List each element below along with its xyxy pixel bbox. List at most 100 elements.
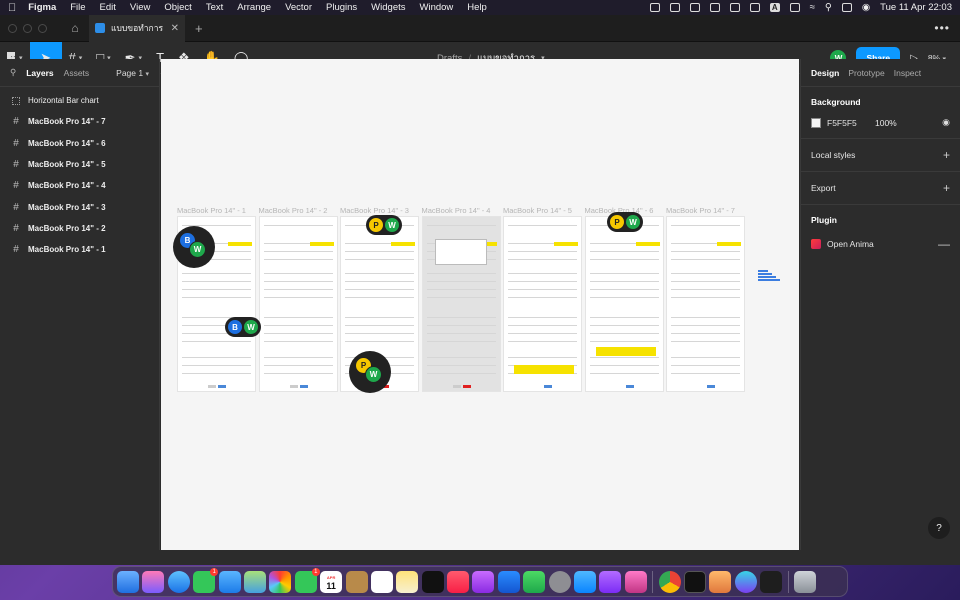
menu-vector[interactable]: Vector: [285, 2, 312, 13]
clock-status-icon[interactable]: [729, 3, 740, 12]
macbook-frame[interactable]: [584, 216, 664, 392]
layer-item[interactable]: # MacBook Pro 14" - 1: [0, 239, 159, 260]
menu-view[interactable]: View: [130, 2, 150, 13]
frame-title[interactable]: MacBook Pro 14" - 7: [666, 206, 735, 215]
facetime-icon[interactable]: 1: [294, 567, 320, 593]
pages-icon[interactable]: [624, 570, 647, 593]
keynote-icon[interactable]: [497, 570, 520, 593]
close-window-button[interactable]: [8, 23, 17, 33]
feedback-icon[interactable]: [599, 570, 622, 593]
safari-icon[interactable]: [167, 570, 190, 593]
plugin-row[interactable]: Open Anima —: [811, 237, 950, 251]
chrome-icon[interactable]: [658, 570, 681, 593]
layer-item[interactable]: Horizontal Bar chart: [0, 90, 159, 111]
tab-design[interactable]: Design: [811, 68, 839, 78]
mail-icon[interactable]: [218, 570, 241, 593]
wifi-icon[interactable]: ≈: [810, 2, 815, 13]
close-tab-icon[interactable]: ✕: [171, 23, 179, 34]
menu-widgets[interactable]: Widgets: [371, 2, 405, 13]
menu-plugins[interactable]: Plugins: [326, 2, 357, 13]
apple-icon[interactable]: : [8, 2, 16, 14]
form-line: [508, 289, 577, 290]
layer-item[interactable]: # MacBook Pro 14" - 7: [0, 111, 159, 132]
remove-plugin-icon[interactable]: —: [938, 237, 950, 251]
figma-dock-icon[interactable]: [760, 570, 783, 593]
home-icon[interactable]: ⌂: [61, 15, 89, 42]
photos-icon[interactable]: [269, 570, 292, 593]
eye-icon[interactable]: ◉: [942, 117, 950, 128]
battery-icon[interactable]: [749, 3, 760, 12]
podcasts-icon[interactable]: [472, 570, 495, 593]
macbook-frame[interactable]: [666, 216, 745, 392]
file-tab[interactable]: แบบขอทำการ ✕: [89, 14, 185, 42]
siri-icon[interactable]: ◉: [862, 2, 870, 13]
trash-icon[interactable]: [793, 570, 816, 593]
layer-item[interactable]: # MacBook Pro 14" - 4: [0, 175, 159, 196]
search-icon[interactable]: ⚲: [10, 67, 16, 78]
menu-object[interactable]: Object: [164, 2, 191, 13]
terminal-icon[interactable]: [683, 570, 706, 593]
music-icon[interactable]: [447, 570, 470, 593]
tab-layers[interactable]: Layers: [26, 68, 53, 78]
minimize-window-button[interactable]: [23, 23, 32, 33]
color-swatch[interactable]: [811, 117, 821, 128]
zoom-window-button[interactable]: [38, 23, 47, 33]
messages-icon[interactable]: 1: [193, 567, 219, 593]
menu-arrange[interactable]: Arrange: [237, 2, 271, 13]
reminders-icon[interactable]: [370, 570, 393, 593]
tab-prototype[interactable]: Prototype: [848, 68, 884, 78]
frame-title[interactable]: MacBook Pro 14" - 3: [340, 206, 409, 215]
frame-title[interactable]: MacBook Pro 14" - 5: [503, 206, 572, 215]
app-store-icon[interactable]: [574, 570, 597, 593]
finder-icon[interactable]: [117, 570, 139, 593]
cloud-status-icon[interactable]: [709, 3, 720, 12]
page-selector[interactable]: Page 1 ▾: [116, 68, 149, 78]
launchpad-icon[interactable]: [142, 570, 165, 593]
macbook-frame[interactable]: [421, 216, 501, 392]
display-status-icon[interactable]: [789, 3, 800, 12]
menu-edit[interactable]: Edit: [100, 2, 116, 13]
form-line: [671, 341, 740, 342]
background-hex-input[interactable]: F5F5F5: [827, 118, 875, 128]
figma-status-icon[interactable]: [649, 3, 660, 12]
input-source-icon[interactable]: A: [769, 3, 780, 12]
layer-item[interactable]: # MacBook Pro 14" - 2: [0, 218, 159, 239]
macbook-frame[interactable]: [258, 216, 338, 392]
contacts-icon[interactable]: [345, 570, 368, 593]
screen-status-icon[interactable]: [689, 3, 700, 12]
frame-title[interactable]: MacBook Pro 14" - 2: [259, 206, 328, 215]
layer-item[interactable]: # MacBook Pro 14" - 6: [0, 133, 159, 154]
layer-item[interactable]: # MacBook Pro 14" - 3: [0, 196, 159, 217]
numbers-icon[interactable]: [523, 570, 546, 593]
menu-help[interactable]: Help: [467, 2, 487, 13]
apple-tv-icon[interactable]: [421, 570, 444, 593]
help-button[interactable]: ?: [928, 517, 950, 539]
more-icon[interactable]: •••: [934, 21, 950, 35]
menu-file[interactable]: File: [70, 2, 85, 13]
new-tab-button[interactable]: +: [195, 21, 203, 36]
maps-icon[interactable]: [243, 570, 266, 593]
horizontal-bar-chart-component[interactable]: [758, 270, 780, 282]
background-opacity-input[interactable]: 100%: [875, 118, 897, 128]
menubar-clock[interactable]: Tue 11 Apr 22:03: [880, 2, 952, 13]
add-export-icon[interactable]: +: [943, 182, 950, 194]
add-style-icon[interactable]: +: [943, 149, 950, 161]
tab-assets[interactable]: Assets: [64, 68, 90, 78]
spotlight-search-icon[interactable]: ⚲: [825, 2, 832, 13]
menu-app-name[interactable]: Figma: [28, 2, 56, 13]
macbook-frame[interactable]: [503, 216, 582, 392]
calendar-icon[interactable]: APR 11: [320, 570, 343, 593]
frame-title[interactable]: MacBook Pro 14" - 4: [422, 206, 491, 215]
menu-window[interactable]: Window: [420, 2, 454, 13]
shield-status-icon[interactable]: [669, 3, 680, 12]
tab-inspect[interactable]: Inspect: [894, 68, 921, 78]
layer-item[interactable]: # MacBook Pro 14" - 5: [0, 154, 159, 175]
archive-utility-icon[interactable]: [709, 570, 732, 593]
control-center-icon[interactable]: [841, 3, 852, 12]
design-canvas[interactable]: MacBook Pro 14" - 1 MacBook Pro 14" - 2 Ma…: [161, 59, 799, 550]
system-settings-icon[interactable]: [548, 570, 571, 593]
frame-title[interactable]: MacBook Pro 14" - 1: [177, 206, 246, 215]
canva-icon[interactable]: [734, 570, 757, 593]
menu-text[interactable]: Text: [206, 2, 223, 13]
notes-icon[interactable]: [396, 570, 419, 593]
